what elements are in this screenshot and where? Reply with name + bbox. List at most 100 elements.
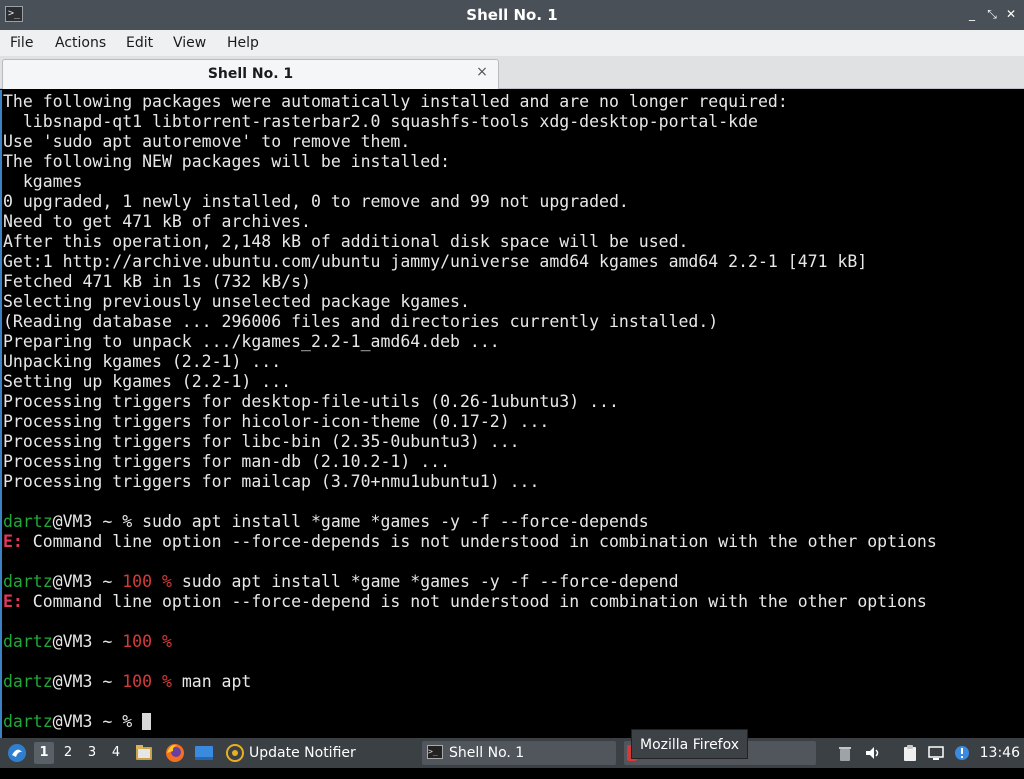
terminal-line: Use 'sudo apt autoremove' to remove them… — [3, 132, 937, 152]
task-label: Update Notifier — [249, 745, 356, 761]
desktop-4-button[interactable]: 4 — [106, 742, 126, 764]
terminal-text-segment: (Reading database ... 296006 files and d… — [3, 312, 719, 331]
terminal-line: Preparing to unpack .../kgames_2.2-1_amd… — [3, 332, 937, 352]
terminal-line: The following packages were automaticall… — [3, 92, 937, 112]
terminal-text-segment: Command line option --force-depends is n… — [22, 532, 937, 551]
terminal-line: E: Command line option --force-depend is… — [3, 592, 937, 612]
terminal-text-segment: Processing triggers for libc-bin (2.35-0… — [3, 432, 520, 451]
task-label: Shell No. 1 — [449, 745, 525, 761]
clipboard-icon[interactable] — [901, 744, 919, 762]
terminal-text-segment: Need to get 471 kB of archives. — [3, 212, 311, 231]
terminal-line: After this operation, 2,148 kB of additi… — [3, 232, 937, 252]
prompt-user: dartz — [3, 672, 53, 691]
terminal-text-segment: @VM3 ~ — [52, 672, 123, 691]
terminal-text-segment: Command line option --force-depend is no… — [22, 592, 927, 611]
file-manager-icon[interactable] — [134, 738, 154, 768]
prompt-user: dartz — [3, 512, 53, 531]
task-shell-1[interactable]: >_ Shell No. 1 — [422, 741, 616, 765]
start-menu-icon[interactable] — [6, 738, 28, 768]
terminal-text-segment: @VM3 ~ % — [52, 712, 143, 731]
update-notifier-icon — [226, 744, 244, 770]
terminal-line: Get:1 http://archive.ubuntu.com/ubuntu j… — [3, 252, 937, 272]
desktop-3-button[interactable]: 3 — [82, 742, 102, 764]
desktop-1-button[interactable]: 1 — [34, 742, 54, 764]
terminal-text-segment: Preparing to unpack .../kgames_2.2-1_amd… — [3, 332, 500, 351]
terminal-line: Processing triggers for libc-bin (2.35-0… — [3, 432, 937, 452]
terminal-window: >_ Shell No. 1 _ ⤡ ✕ File Actions Edit V… — [0, 0, 1024, 738]
firefox-tooltip: Mozilla Firefox — [631, 729, 749, 759]
terminal-line: 0 upgraded, 1 newly installed, 0 to remo… — [3, 192, 937, 212]
terminal-text-segment: sudo apt install *game *games -y -f --fo… — [171, 572, 679, 591]
terminal-text-segment: Get:1 http://archive.ubuntu.com/ubuntu j… — [3, 252, 868, 271]
terminal-text-segment: Setting up kgames (2.2-1) ... — [3, 372, 292, 391]
menu-file[interactable]: File — [10, 30, 33, 56]
terminal-text-segment: kgames — [3, 172, 83, 191]
maximize-icon[interactable]: ⤡ — [984, 6, 1000, 22]
terminal-text-segment: @VM3 ~ — [52, 572, 123, 591]
text-cursor — [142, 713, 152, 730]
firefox-icon[interactable] — [164, 738, 186, 768]
menu-actions[interactable]: Actions — [55, 30, 106, 56]
exit-code: 100 % — [122, 572, 172, 591]
terminal-text-segment: Selecting previously unselected package … — [3, 292, 470, 311]
desktop-2-button[interactable]: 2 — [58, 742, 78, 764]
window-title: Shell No. 1 — [466, 6, 558, 24]
terminal-text-segment: After this operation, 2,148 kB of additi… — [3, 232, 689, 251]
close-icon[interactable]: ✕ — [1003, 6, 1019, 22]
menu-bar: File Actions Edit View Help — [0, 30, 1024, 56]
terminal-text-segment: Processing triggers for mailcap (3.70+nm… — [3, 472, 540, 491]
terminal-line: E: Command line option --force-depends i… — [3, 532, 937, 552]
taskbar: 1 2 3 4 Update Notifier >_ Shell No. 1 1… — [0, 738, 1024, 768]
menu-view[interactable]: View — [173, 30, 206, 56]
terminal-line: dartz@VM3 ~ % — [3, 712, 937, 732]
show-desktop-icon[interactable] — [193, 738, 215, 768]
terminal-text-segment: libsnapd-qt1 libtorrent-rasterbar2.0 squ… — [3, 112, 758, 131]
clock[interactable]: 13:46 — [980, 738, 1020, 768]
terminal-line: Need to get 471 kB of archives. — [3, 212, 937, 232]
tab-label: Shell No. 1 — [207, 66, 294, 82]
menu-edit[interactable]: Edit — [126, 30, 153, 56]
prompt-user: dartz — [3, 572, 53, 591]
exit-code: 100 % — [122, 632, 172, 651]
terminal-text-segment: @VM3 ~ — [52, 632, 123, 651]
terminal-text-segment: The following packages were automaticall… — [3, 92, 788, 111]
terminal-text-segment: Fetched 471 kB in 1s (732 kB/s) — [3, 272, 311, 291]
notification-icon[interactable] — [953, 744, 971, 762]
terminal-line: dartz@VM3 ~ 100 % man apt — [3, 672, 937, 692]
terminal-text-segment: man apt — [171, 672, 252, 691]
terminal-line: kgames — [3, 172, 937, 192]
title-bar[interactable]: >_ Shell No. 1 _ ⤡ ✕ — [0, 0, 1024, 30]
terminal-text-segment: Processing triggers for man-db (2.10.2-1… — [3, 452, 451, 471]
volume-icon[interactable] — [864, 744, 882, 762]
terminal-text-segment: Use 'sudo apt autoremove' to remove them… — [3, 132, 411, 151]
terminal-text-segment: @VM3 ~ % sudo apt install *game *games -… — [52, 512, 649, 531]
terminal-line: libsnapd-qt1 libtorrent-rasterbar2.0 squ… — [3, 112, 937, 132]
terminal-text-segment: Processing triggers for desktop-file-uti… — [3, 392, 619, 411]
terminal-line: Processing triggers for hicolor-icon-the… — [3, 412, 937, 432]
terminal-text: The following packages were automaticall… — [3, 92, 937, 732]
terminal-text-segment: The following NEW packages will be insta… — [3, 152, 451, 171]
error-prefix: E: — [3, 532, 23, 551]
terminal-line: Processing triggers for desktop-file-uti… — [3, 392, 937, 412]
terminal-line: Processing triggers for mailcap (3.70+nm… — [3, 472, 937, 492]
terminal-line: dartz@VM3 ~ 100 % — [3, 632, 937, 652]
trash-icon[interactable] — [836, 744, 854, 762]
prompt-user: dartz — [3, 712, 53, 731]
minimize-icon[interactable]: _ — [964, 6, 980, 22]
tab-shell-1[interactable]: Shell No. 1 × — [2, 59, 499, 89]
network-icon[interactable] — [927, 744, 945, 762]
terminal-text-segment: 0 upgraded, 1 newly installed, 0 to remo… — [3, 192, 629, 211]
tab-bar: Shell No. 1 × — [0, 56, 1024, 89]
terminal-task-icon: >_ — [427, 745, 443, 759]
terminal-line: Unpacking kgames (2.2-1) ... — [3, 352, 937, 372]
tab-close-icon[interactable]: × — [474, 64, 490, 80]
task-update-notifier[interactable]: Update Notifier — [222, 741, 412, 765]
exit-code: 100 % — [122, 672, 172, 691]
terminal-line: dartz@VM3 ~ 100 % sudo apt install *game… — [3, 572, 937, 592]
menu-help[interactable]: Help — [227, 30, 259, 56]
terminal-output[interactable]: The following packages were automaticall… — [0, 90, 1024, 738]
